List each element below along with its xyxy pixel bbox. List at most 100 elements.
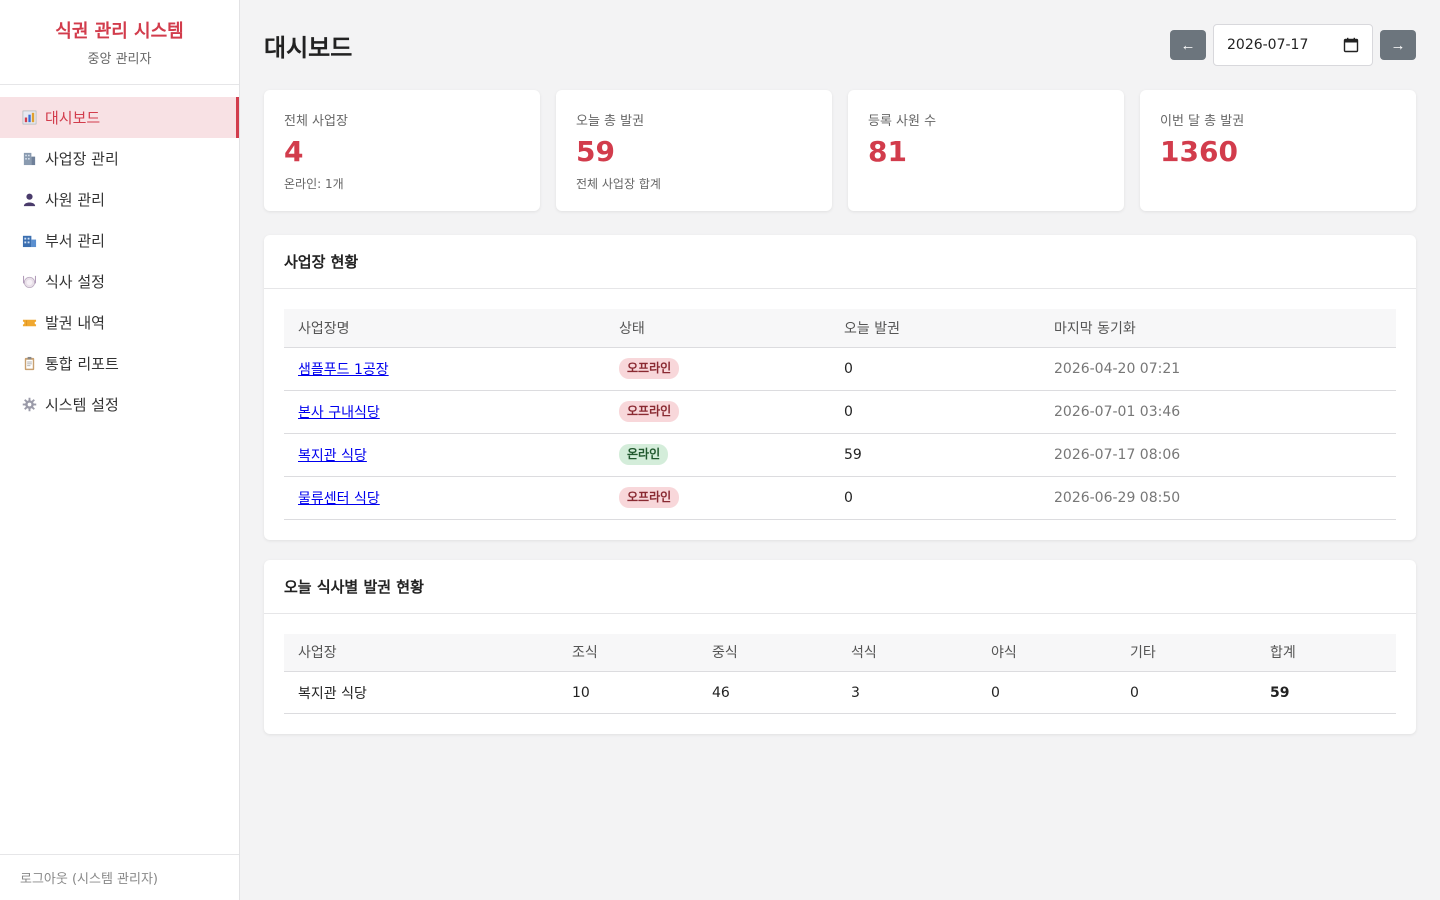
stat-sub: 전체 사업장 합계 [576,177,661,191]
stat-sub: 온라인: 1개 [284,177,344,191]
last-sync: 2026-07-01 03:46 [1040,390,1396,434]
main-content: 대시보드 ← 2026-07-17 → 전체 사업장 4 온라인: 1개 오늘 … [240,0,1440,900]
sidebar-item-employees[interactable]: 사원 관리 [0,179,239,220]
column-header: 사업장 [284,633,558,672]
table-row: 복지관 식당 온라인 59 2026-07-17 08:06 [284,433,1396,477]
site-link[interactable]: 샘플푸드 1공장 [298,362,389,378]
today-count: 0 [830,390,1040,434]
stats-row: 전체 사업장 4 온라인: 1개 오늘 총 발권 59 전체 사업장 합계 등록… [264,90,1416,211]
column-header: 중식 [698,633,837,672]
today-count: 59 [830,433,1040,477]
site-link[interactable]: 복지관 식당 [298,448,367,464]
sidebar-item-tickets[interactable]: 발권 내역 [0,302,239,343]
sidebar-item-label: 시스템 설정 [45,396,119,414]
sites-panel-title: 사업장 현황 [264,235,1416,289]
breakfast-count: 10 [558,671,698,714]
site-link[interactable]: 물류센터 식당 [298,491,380,507]
stat-label: 전체 사업장 [284,114,348,129]
stat-value: 59 [576,135,615,168]
status-badge: 오프라인 [619,487,680,508]
meals-table: 사업장 조식 중식 석식 야식 기타 합계 복지관 식당 10 46 3 0 0… [284,633,1396,714]
stat-label: 오늘 총 발권 [576,114,645,129]
column-header: 석식 [837,633,977,672]
night-count: 0 [977,671,1116,714]
sites-panel: 사업장 현황 사업장명 상태 오늘 발권 마지막 동기화 샘플푸드 1공장 오프… [264,235,1416,540]
ticket-icon [22,315,37,330]
user-icon [22,192,37,207]
sidebar-item-system-settings[interactable]: 시스템 설정 [0,384,239,425]
status-badge: 온라인 [619,444,669,465]
sidebar-item-label: 발권 내역 [45,314,105,332]
calendar-icon[interactable] [1343,37,1359,53]
sidebar-item-label: 사원 관리 [45,191,105,209]
prev-date-button[interactable]: ← [1170,30,1206,60]
site-name: 복지관 식당 [284,671,558,714]
column-header: 합계 [1256,633,1396,672]
sidebar-item-meal-settings[interactable]: 식사 설정 [0,261,239,302]
sidebar-item-label: 대시보드 [45,109,101,127]
stat-label: 등록 사원 수 [868,114,937,129]
other-count: 0 [1116,671,1256,714]
table-row: 물류센터 식당 오프라인 0 2026-06-29 08:50 [284,476,1396,520]
stat-card-employees: 등록 사원 수 81 [848,90,1124,211]
dinner-count: 3 [837,671,977,714]
sidebar-item-label: 사업장 관리 [45,150,119,168]
column-header: 마지막 동기화 [1040,309,1396,348]
office-icon [22,233,37,248]
date-value: 2026-07-17 [1227,37,1309,53]
page-title: 대시보드 [264,33,353,62]
column-header: 조식 [558,633,698,672]
total-count: 59 [1256,671,1396,714]
app-root: 식권 관리 시스템 중앙 관리자 대시보드 사업장 관리 사원 관리 부서 관리… [0,0,1440,900]
sidebar-item-departments[interactable]: 부서 관리 [0,220,239,261]
lunch-count: 46 [698,671,837,714]
last-sync: 2026-04-20 07:21 [1040,347,1396,391]
table-header-row: 사업장명 상태 오늘 발권 마지막 동기화 [284,309,1396,348]
logout-link[interactable]: 로그아웃 (시스템 관리자) [0,854,239,900]
sidebar: 식권 관리 시스템 중앙 관리자 대시보드 사업장 관리 사원 관리 부서 관리… [0,0,240,900]
date-input[interactable]: 2026-07-17 [1213,24,1373,66]
last-sync: 2026-06-29 08:50 [1040,476,1396,520]
stat-label: 이번 달 총 발권 [1160,114,1245,129]
sidebar-item-label: 통합 리포트 [45,355,119,373]
brand-title: 식권 관리 시스템 [55,21,184,42]
sidebar-nav: 대시보드 사업장 관리 사원 관리 부서 관리 식사 설정 발권 내역 통합 리… [0,85,239,425]
sidebar-item-label: 식사 설정 [45,273,105,291]
sites-table: 사업장명 상태 오늘 발권 마지막 동기화 샘플푸드 1공장 오프라인 0 20… [284,309,1396,520]
brand: 식권 관리 시스템 중앙 관리자 [0,0,239,85]
today-count: 0 [830,476,1040,520]
stat-card-today-tickets: 오늘 총 발권 59 전체 사업장 합계 [556,90,832,211]
sidebar-item-dashboard[interactable]: 대시보드 [0,97,239,138]
table-row: 본사 구내식당 오프라인 0 2026-07-01 03:46 [284,390,1396,434]
column-header: 오늘 발권 [830,309,1040,348]
stat-card-month-tickets: 이번 달 총 발권 1360 [1140,90,1416,211]
table-row: 복지관 식당 10 46 3 0 0 59 [284,671,1396,714]
column-header: 사업장명 [284,309,605,348]
last-sync: 2026-07-17 08:06 [1040,433,1396,477]
stat-value: 1360 [1160,135,1238,168]
today-count: 0 [830,347,1040,391]
date-navigator: ← 2026-07-17 → [1170,24,1416,66]
column-header: 야식 [977,633,1116,672]
chart-icon [22,110,37,125]
stat-card-total-sites: 전체 사업장 4 온라인: 1개 [264,90,540,211]
table-row: 샘플푸드 1공장 오프라인 0 2026-04-20 07:21 [284,347,1396,391]
next-date-button[interactable]: → [1380,30,1416,60]
meals-panel: 오늘 식사별 발권 현황 사업장 조식 중식 석식 야식 기타 합계 복지관 식… [264,559,1416,734]
sidebar-item-sites[interactable]: 사업장 관리 [0,138,239,179]
site-link[interactable]: 본사 구내식당 [298,405,380,421]
clipboard-icon [22,356,37,371]
stat-value: 4 [284,135,304,168]
building-icon [22,151,37,166]
stat-value: 81 [868,135,907,168]
table-header-row: 사업장 조식 중식 석식 야식 기타 합계 [284,633,1396,672]
plate-icon [22,274,37,289]
status-badge: 오프라인 [619,358,680,379]
page-header: 대시보드 ← 2026-07-17 → [264,24,1416,66]
status-badge: 오프라인 [619,401,680,422]
gear-icon [22,397,37,412]
column-header: 상태 [605,309,830,348]
sidebar-item-reports[interactable]: 통합 리포트 [0,343,239,384]
meals-panel-title: 오늘 식사별 발권 현황 [264,560,1416,614]
brand-subtitle: 중앙 관리자 [87,52,152,67]
